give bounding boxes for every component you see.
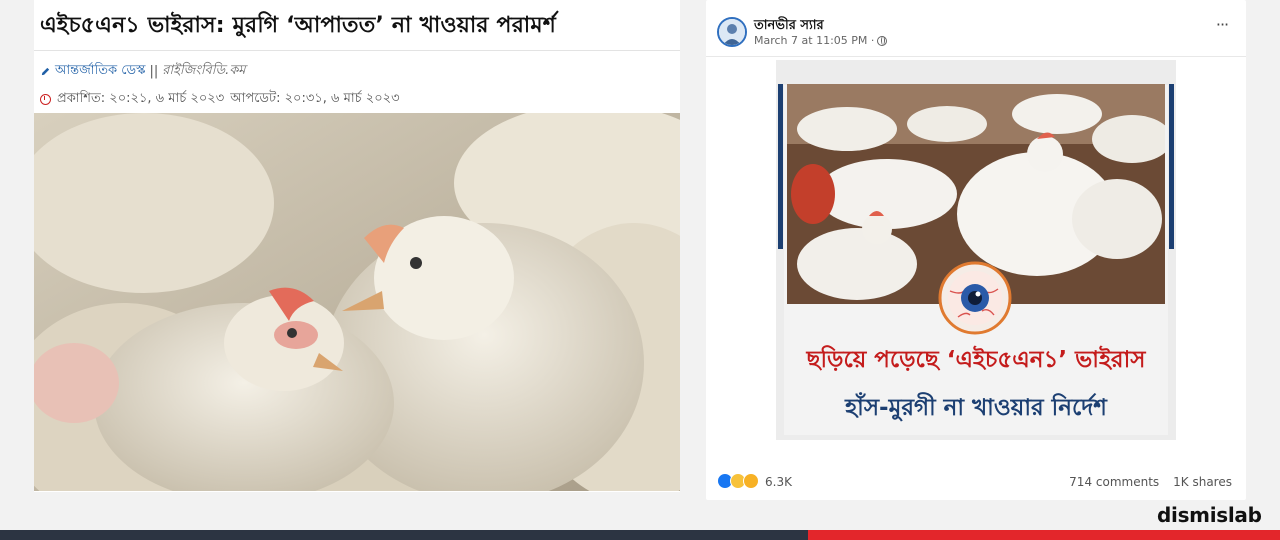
chickens-photo <box>34 113 680 491</box>
globe-icon <box>877 35 888 46</box>
reaction-summary[interactable]: 6.3K <box>717 473 792 491</box>
footer-bar-dark <box>0 530 808 540</box>
wow-reaction-icon <box>743 473 759 489</box>
reaction-count: 6.3K <box>765 475 792 489</box>
news-article: এইচ৫এন১ ভাইরাস: মুরগি ‘আপাতত’ না খাওয়ার… <box>34 0 680 492</box>
brand-logo: dismislab <box>1157 503 1262 527</box>
timestamp-text[interactable]: March 7 at 11:05 PM · <box>754 34 874 47</box>
comments-count[interactable]: 714 comments <box>1069 475 1159 489</box>
footer-bar-red <box>808 530 1280 540</box>
pencil-icon <box>41 67 50 76</box>
author-avatar[interactable] <box>717 17 747 47</box>
byline-separator: || <box>149 64 159 79</box>
flyer-headline-red: ছড়িয়ে পড়েছে ‘এইচ৫এন১’ ভাইরাস <box>806 347 1146 373</box>
flyer-headline-blue: হাঁস-মুরগী না খাওয়ার নির্দেশ <box>845 395 1107 421</box>
reaction-icons <box>717 473 761 491</box>
post-flyer-image[interactable]: ছড়িয়ে পড়েছে ‘এইচ৫এন১’ ভাইরাস হাঁস-মুর… <box>776 60 1176 440</box>
shares-count[interactable]: 1K shares <box>1173 475 1232 489</box>
engagement-counts: 714 comments 1K shares <box>1069 475 1232 489</box>
more-options-button[interactable]: ··· <box>1212 17 1232 34</box>
post-timestamp: March 7 at 11:05 PM · <box>754 34 888 47</box>
clock-icon <box>40 94 51 105</box>
article-dates: প্রকাশিত: ২০:২১, ৬ মার্চ ২০২৩ আপডেট: ২০:… <box>40 89 400 110</box>
headline-divider <box>34 50 680 51</box>
post-divider <box>706 56 1246 57</box>
facebook-post: তানভীর স্যার March 7 at 11:05 PM · ··· ছ… <box>706 0 1246 500</box>
updated-date: আপডেট: ২০:৩১, ৬ মার্চ ২০২৩ <box>230 91 400 106</box>
article-photo <box>34 113 680 491</box>
article-headline: এইচ৫এন১ ভাইরাস: মুরগি ‘আপাতত’ না খাওয়ার… <box>40 13 557 38</box>
published-date: প্রকাশিত: ২০:২১, ৬ মার্চ ২০২৩ <box>57 91 225 106</box>
flyer-left-bar <box>778 84 783 249</box>
screenshot-stage: এইচ৫এন১ ভাইরাস: মুরগি ‘আপাতত’ না খাওয়ার… <box>0 0 1280 540</box>
source-name: রাইজিংবিডি.কম <box>162 63 246 78</box>
avatar-image <box>719 19 745 45</box>
infected-eye-icon <box>938 261 1012 335</box>
author-desk-link[interactable]: আন্তর্জাতিক ডেস্ক <box>55 61 145 82</box>
article-byline: আন্তর্জাতিক ডেস্ক || রাইজিংবিডি.কম <box>40 61 246 82</box>
flyer-right-bar <box>1169 84 1174 249</box>
